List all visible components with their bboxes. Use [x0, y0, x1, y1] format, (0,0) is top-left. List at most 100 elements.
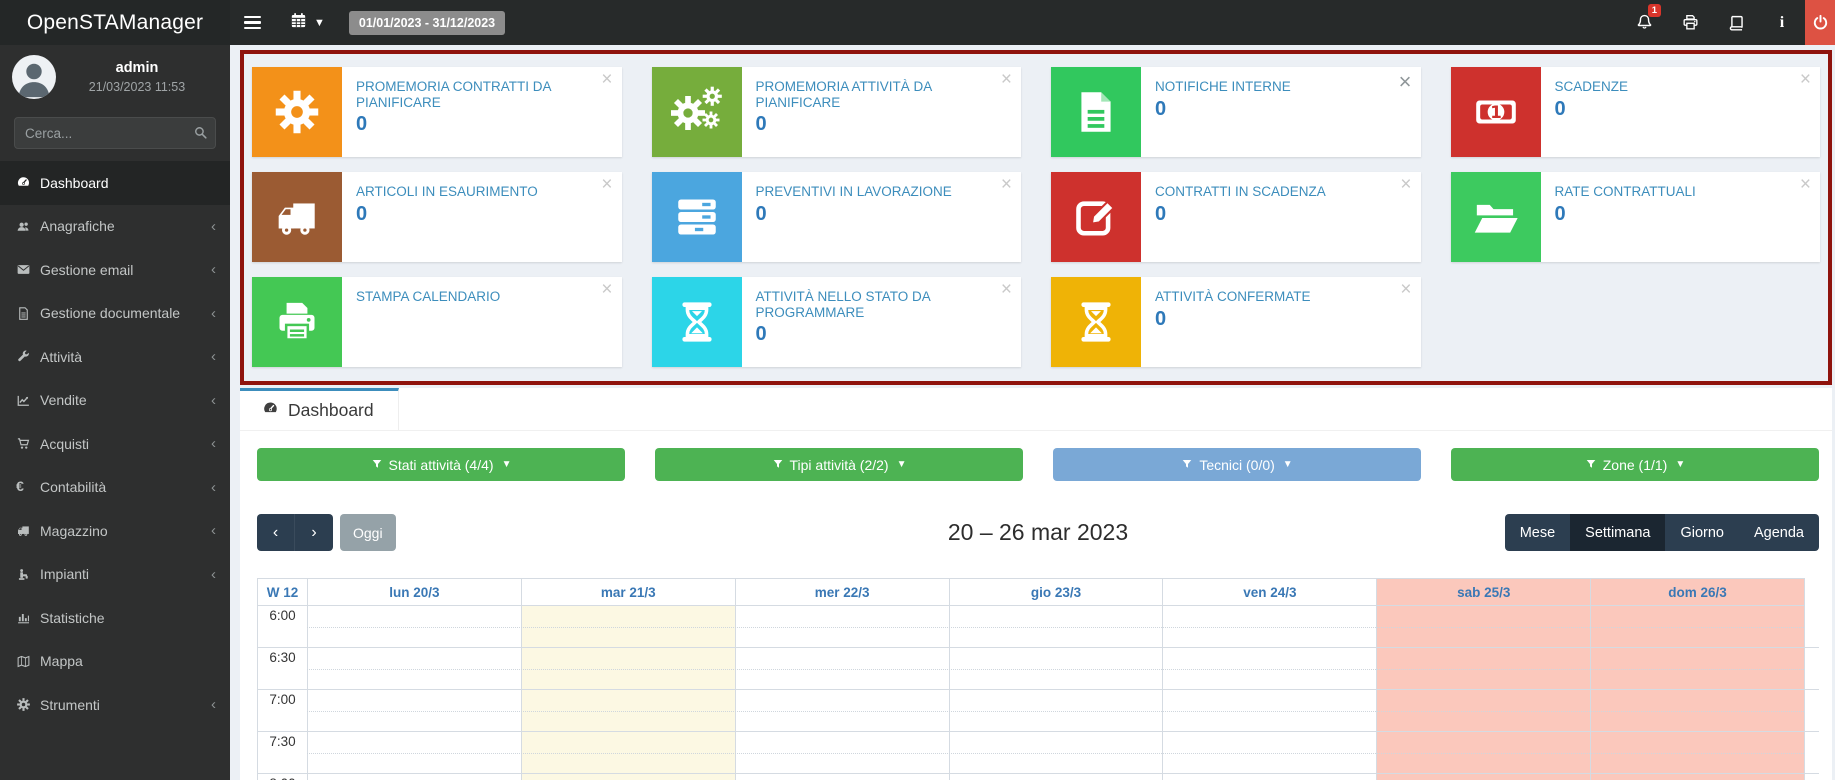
day-header[interactable]: dom 26/3 — [1590, 578, 1804, 606]
close-icon[interactable]: × — [1800, 69, 1811, 92]
sidebar-item-strumenti[interactable]: Strumenti ‹ — [0, 683, 230, 727]
widget-card[interactable]: STAMPA CALENDARIO × — [252, 277, 622, 367]
calendar-slot[interactable] — [520, 690, 735, 731]
calendar-slot[interactable] — [1162, 648, 1376, 689]
widget-card[interactable]: PROMEMORIA ATTIVITÀ DA PIANIFICARE 0 × — [651, 67, 1021, 157]
calendar-slot[interactable] — [1162, 606, 1376, 647]
filter-button-tipi[interactable]: Tipi attività (2/2) ▼ — [655, 448, 1023, 481]
close-icon[interactable]: × — [1001, 69, 1012, 92]
calendar-slot[interactable] — [1376, 648, 1591, 689]
date-range-badge[interactable]: 01/01/2023 - 31/12/2023 — [348, 10, 506, 35]
close-icon[interactable]: × — [601, 279, 612, 302]
day-header[interactable]: lun 20/3 — [307, 578, 521, 606]
widget-card[interactable]: ATTIVITÀ CONFERMATE 0 × — [1051, 277, 1421, 367]
widget-card[interactable]: RATE CONTRATTUALI 0 × — [1450, 172, 1820, 262]
today-button[interactable]: Oggi — [340, 514, 396, 551]
calendar-slot[interactable] — [307, 648, 521, 689]
calendar-slot[interactable] — [1376, 732, 1591, 773]
widget-title[interactable]: STAMPA CALENDARIO — [356, 289, 606, 305]
widget-card[interactable]: NOTIFICHE INTERNE 0 × — [1051, 67, 1421, 157]
calendar-slot[interactable] — [520, 606, 735, 647]
day-header[interactable]: sab 25/3 — [1376, 578, 1591, 606]
widget-card[interactable]: ARTICOLI IN ESAURIMENTO 0 × — [252, 172, 622, 262]
tab-dashboard[interactable]: Dashboard — [240, 388, 399, 430]
widget-title[interactable]: NOTIFICHE INTERNE — [1155, 79, 1405, 95]
sidebar-item-impianti[interactable]: Impianti ‹ — [0, 553, 230, 597]
widget-card[interactable]: ATTIVITÀ NELLO STATO DA PROGRAMMARE 0 × — [651, 277, 1021, 367]
widget-title[interactable]: ARTICOLI IN ESAURIMENTO — [356, 184, 606, 200]
day-header[interactable]: mar 21/3 — [520, 578, 735, 606]
printer-button[interactable] — [1667, 0, 1713, 45]
calendar-slot[interactable] — [734, 690, 949, 731]
calendar-slot[interactable] — [520, 774, 735, 780]
calendar-slot[interactable] — [734, 774, 949, 780]
calendar-slot[interactable] — [520, 648, 735, 689]
day-header[interactable]: ven 24/3 — [1162, 578, 1377, 606]
avatar[interactable] — [12, 55, 56, 99]
sidebar-item-magazzino[interactable]: Magazzino ‹ — [0, 509, 230, 553]
widget-title[interactable]: RATE CONTRATTUALI — [1555, 184, 1805, 200]
calendar-slot[interactable] — [1590, 732, 1804, 773]
widget-title[interactable]: CONTRATTI IN SCADENZA — [1155, 184, 1405, 200]
info-button[interactable]: i — [1759, 0, 1805, 45]
calendar-slot[interactable] — [1590, 648, 1804, 689]
calendar-slot[interactable] — [948, 690, 1163, 731]
filter-button-zone[interactable]: Zone (1/1) ▼ — [1451, 448, 1819, 481]
view-button-mese[interactable]: Mese — [1504, 514, 1571, 551]
sidebar-item-acquisti[interactable]: Acquisti ‹ — [0, 422, 230, 466]
sidebar-item-statistiche[interactable]: Statistiche — [0, 596, 230, 640]
widget-card[interactable]: PREVENTIVI IN LAVORAZIONE 0 × — [651, 172, 1021, 262]
sidebar-item-dashboard[interactable]: Dashboard — [0, 161, 230, 205]
widget-title[interactable]: PROMEMORIA CONTRATTI DA PIANIFICARE — [356, 79, 606, 110]
calendar-slot[interactable] — [948, 732, 1163, 773]
close-icon[interactable]: × — [601, 174, 612, 197]
calendar-slot[interactable] — [734, 606, 949, 647]
calendar-slot[interactable] — [1376, 606, 1591, 647]
calendar-slot[interactable] — [1162, 690, 1376, 731]
bell-button[interactable]: 1 — [1621, 0, 1667, 45]
period-dropdown-button[interactable]: ▼ — [275, 0, 339, 45]
sidebar-item-anagrafiche[interactable]: Anagrafiche ‹ — [0, 205, 230, 249]
filter-button-stati[interactable]: Stati attività (4/4) ▼ — [257, 448, 625, 481]
widget-title[interactable]: PROMEMORIA ATTIVITÀ DA PIANIFICARE — [756, 79, 1006, 110]
view-button-giorno[interactable]: Giorno — [1665, 514, 1739, 551]
search-icon[interactable] — [192, 124, 209, 146]
calendar-slot[interactable] — [948, 606, 1163, 647]
sidebar-item-gestione-email[interactable]: Gestione email ‹ — [0, 248, 230, 292]
close-icon[interactable]: × — [1800, 174, 1811, 197]
day-header[interactable]: mer 22/3 — [734, 578, 949, 606]
calendar-slot[interactable] — [307, 690, 521, 731]
widget-title[interactable]: ATTIVITÀ CONFERMATE — [1155, 289, 1405, 305]
calendar-slot[interactable] — [1162, 732, 1376, 773]
sidebar-item-attivit-[interactable]: Attività ‹ — [0, 335, 230, 379]
calendar-slot[interactable] — [307, 606, 521, 647]
calendar-slot[interactable] — [520, 732, 735, 773]
calendar-slot[interactable] — [1590, 606, 1804, 647]
sidebar-toggle-button[interactable] — [230, 0, 275, 45]
calendar-slot[interactable] — [734, 648, 949, 689]
view-button-agenda[interactable]: Agenda — [1739, 514, 1819, 551]
calendar-slot[interactable] — [307, 732, 521, 773]
day-header[interactable]: gio 23/3 — [948, 578, 1163, 606]
close-icon[interactable]: × — [1001, 174, 1012, 197]
widget-card[interactable]: PROMEMORIA CONTRATTI DA PIANIFICARE 0 × — [252, 67, 622, 157]
calendar-slot[interactable] — [1590, 774, 1804, 780]
widget-card[interactable]: CONTRATTI IN SCADENZA 0 × — [1051, 172, 1421, 262]
app-logo[interactable]: OpenSTAManager — [0, 0, 230, 45]
calendar-slot[interactable] — [734, 732, 949, 773]
filter-button-tecnici[interactable]: Tecnici (0/0) ▼ — [1053, 448, 1421, 481]
widget-card[interactable]: 1 SCADENZE 0 × — [1450, 67, 1820, 157]
calendar-slot[interactable] — [948, 648, 1163, 689]
view-button-settimana[interactable]: Settimana — [1570, 514, 1666, 551]
sidebar-item-vendite[interactable]: Vendite ‹ — [0, 379, 230, 423]
calendar-slot[interactable] — [948, 774, 1163, 780]
sidebar-item-contabilit-[interactable]: € Contabilità ‹ — [0, 466, 230, 510]
calendar-slot[interactable] — [1162, 774, 1376, 780]
close-icon[interactable]: × — [1400, 279, 1411, 302]
close-icon[interactable]: × — [601, 69, 612, 92]
close-icon[interactable]: × — [1400, 174, 1411, 197]
search-input[interactable] — [14, 117, 216, 149]
widget-title[interactable]: SCADENZE — [1555, 79, 1805, 95]
calendar-slot[interactable] — [1376, 690, 1591, 731]
calendar-next-button[interactable]: › — [295, 514, 333, 551]
